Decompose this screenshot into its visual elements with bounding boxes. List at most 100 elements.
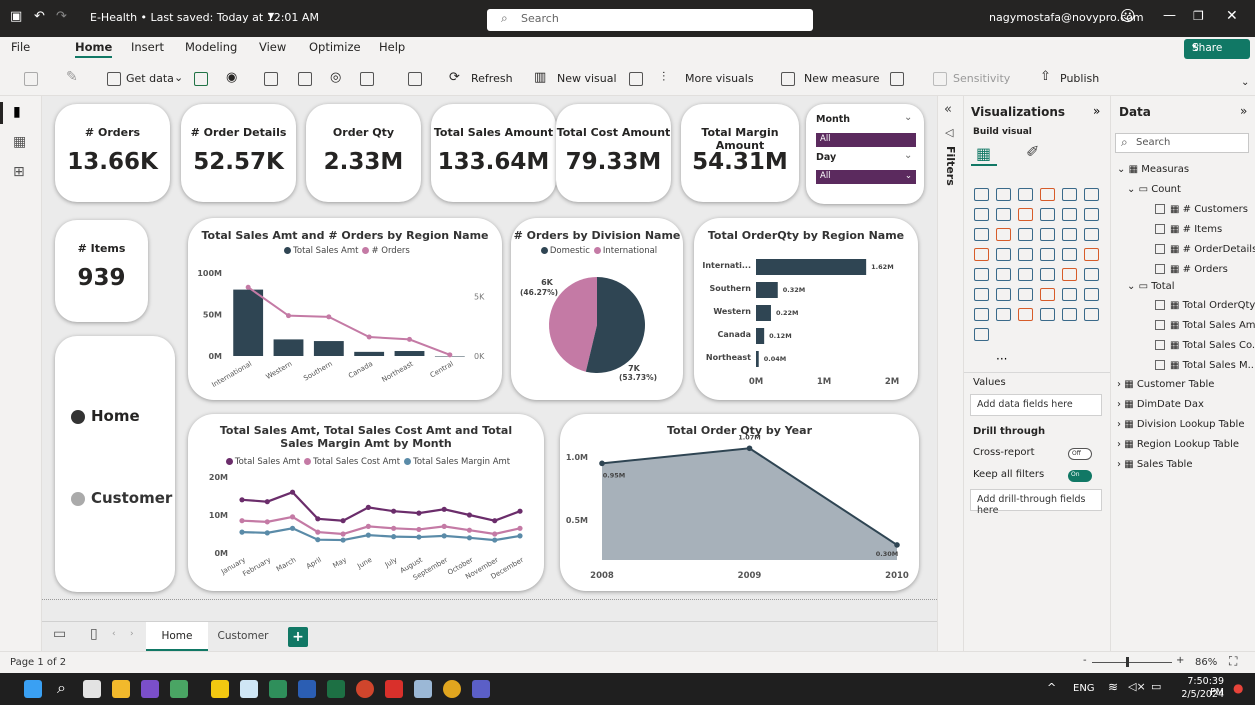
table-measures[interactable]: ⌄ ▦ Measuras xyxy=(1117,164,1189,175)
checkbox[interactable] xyxy=(1155,340,1165,350)
funnel-icon[interactable] xyxy=(996,228,1011,241)
100-bar-icon[interactable] xyxy=(1062,188,1077,201)
menu-insert[interactable]: Insert xyxy=(131,40,164,54)
r-script-icon[interactable] xyxy=(1062,268,1077,281)
desktop-view-icon[interactable]: ▭ xyxy=(53,626,66,642)
paste-icon[interactable] xyxy=(24,72,38,86)
chevron-up-icon[interactable]: ^ xyxy=(1047,681,1056,694)
windows-start-icon[interactable] xyxy=(24,680,42,698)
more-visuals-icon[interactable]: ··· xyxy=(996,352,1007,366)
measure-item[interactable]: ▦ # Items xyxy=(1155,224,1222,235)
nav-button-home[interactable]: Home xyxy=(71,407,140,425)
table-icon[interactable] xyxy=(1018,268,1033,281)
sensitivity-button[interactable]: Sensitivity xyxy=(953,72,1010,85)
python-icon[interactable] xyxy=(1084,268,1099,281)
file-explorer-icon[interactable] xyxy=(112,680,130,698)
area-icon[interactable] xyxy=(996,208,1011,221)
data-table-item[interactable]: › ▦ Customer Table xyxy=(1117,379,1214,390)
refresh-button[interactable]: Refresh xyxy=(471,72,513,85)
kpi-card-order-details[interactable]: # Order Details 52.57K xyxy=(181,104,296,202)
gauge-icon[interactable] xyxy=(1040,248,1055,261)
build-visual-tab[interactable]: ▦ xyxy=(971,142,997,166)
visual-studio-icon[interactable] xyxy=(141,680,159,698)
automate-icon[interactable] xyxy=(996,308,1011,321)
expand-icon[interactable]: » xyxy=(1240,104,1247,118)
data-table-item[interactable]: › ▦ Sales Table xyxy=(1117,459,1192,470)
kpi-card-total-cost[interactable]: Total Cost Amount 79.33M xyxy=(556,104,671,202)
treemap-icon[interactable] xyxy=(1084,228,1099,241)
report-view-icon[interactable]: ▮ xyxy=(13,104,21,120)
app-icon[interactable] xyxy=(170,680,188,698)
stacked-area-icon[interactable] xyxy=(1018,208,1033,221)
checkbox[interactable] xyxy=(1155,264,1165,274)
zoom-out-icon[interactable]: - xyxy=(1083,655,1087,666)
slicer-icon[interactable] xyxy=(996,268,1011,281)
zoom-slider[interactable] xyxy=(1092,662,1172,663)
file-title[interactable]: E-Health • Last saved: Today at 12:01 AM xyxy=(90,11,319,24)
menu-modeling[interactable]: Modeling xyxy=(185,40,237,54)
menu-view[interactable]: View xyxy=(259,40,286,54)
folder-total[interactable]: ⌄ ▭ Total xyxy=(1127,281,1175,292)
waterfall-icon[interactable] xyxy=(1062,208,1077,221)
tab-customer[interactable]: Customer xyxy=(208,622,278,652)
month-dropdown[interactable]: All xyxy=(816,133,916,147)
photos-icon[interactable] xyxy=(414,680,432,698)
values-drop-zone[interactable]: Add data fields here xyxy=(970,394,1102,416)
stacked-bar-icon[interactable] xyxy=(974,188,989,201)
format-visual-icon[interactable]: ✐ xyxy=(1026,142,1039,161)
excel-icon[interactable] xyxy=(269,680,287,698)
cross-report-toggle[interactable]: Off xyxy=(1068,448,1092,460)
day-dropdown[interactable]: All ⌄ xyxy=(816,170,916,184)
chart-sales-cost-margin-by-month[interactable]: Total Sales Amt, Total Sales Cost Amt an… xyxy=(188,414,544,591)
key-influencers-icon[interactable] xyxy=(974,288,989,301)
minimize-icon[interactable]: — xyxy=(1163,8,1176,23)
checkbox[interactable] xyxy=(1155,244,1165,254)
paginated-icon[interactable] xyxy=(1084,288,1099,301)
add-page-button[interactable]: + xyxy=(288,627,308,647)
filled-map-icon[interactable] xyxy=(996,248,1011,261)
format-painter-icon[interactable]: ✎ xyxy=(66,69,78,85)
checkbox[interactable] xyxy=(1155,224,1165,234)
new-measure-button[interactable]: New measure xyxy=(804,72,879,85)
chevron-down-icon[interactable]: ⌄ xyxy=(1241,77,1249,88)
teams-icon[interactable] xyxy=(472,680,490,698)
card-icon[interactable] xyxy=(1062,248,1077,261)
avatar-icon[interactable]: ☺ xyxy=(1120,7,1136,25)
data-search-input[interactable]: ⌕ Search xyxy=(1115,133,1249,153)
kpi-card-order-qty[interactable]: Order Qty 2.33M xyxy=(306,104,421,202)
powerbi-icon[interactable] xyxy=(211,680,229,698)
checkbox[interactable] xyxy=(1155,320,1165,330)
chevron-down-icon[interactable]: ⌄ xyxy=(904,112,912,123)
qa-icon[interactable] xyxy=(1018,288,1033,301)
chevron-right-icon[interactable]: › xyxy=(130,629,134,639)
redo-icon[interactable]: ↷ xyxy=(56,9,67,24)
kpi-card-items[interactable]: # Items 939 xyxy=(55,220,148,322)
onelake-icon[interactable]: ◉ xyxy=(226,70,237,85)
menu-file[interactable]: File xyxy=(11,40,30,54)
ribbon-icon[interactable] xyxy=(1040,208,1055,221)
narrative-icon[interactable] xyxy=(1040,288,1055,301)
quick-measure-icon[interactable] xyxy=(890,72,904,86)
collapse-icon[interactable]: « xyxy=(944,102,952,117)
folder-count[interactable]: ⌄ ▭ Count xyxy=(1127,184,1181,195)
powerpoint-icon[interactable] xyxy=(356,680,374,698)
menu-optimize[interactable]: Optimize xyxy=(309,40,361,54)
menu-help[interactable]: Help xyxy=(379,40,405,54)
measure-item[interactable]: ▦ # OrderDetails xyxy=(1155,244,1255,255)
kpi-card-total-sales[interactable]: Total Sales Amount 133.64M xyxy=(431,104,556,202)
measure-item[interactable]: ▦ # Orders xyxy=(1155,264,1228,275)
card-new-icon[interactable] xyxy=(1084,308,1099,321)
language-indicator[interactable]: ENG xyxy=(1073,683,1095,694)
notification-bell-icon[interactable]: ● xyxy=(1233,681,1243,695)
model-view-icon[interactable]: ⊞ xyxy=(13,164,25,180)
kpi-card-orders[interactable]: # Orders 13.66K xyxy=(55,104,170,202)
get-data-button[interactable]: Get data xyxy=(126,72,174,85)
mobile-view-icon[interactable]: ▯ xyxy=(90,626,98,642)
text-box-icon[interactable] xyxy=(629,72,643,86)
donut-icon[interactable] xyxy=(1062,228,1077,241)
custom-visual-icon[interactable] xyxy=(974,328,989,341)
data-table-item[interactable]: › ▦ Region Lookup Table xyxy=(1117,439,1239,450)
save-icon[interactable]: ▣ xyxy=(10,9,22,24)
measure-item[interactable]: ▦ Total Sales M... xyxy=(1155,360,1255,371)
excel-icon[interactable] xyxy=(327,680,345,698)
